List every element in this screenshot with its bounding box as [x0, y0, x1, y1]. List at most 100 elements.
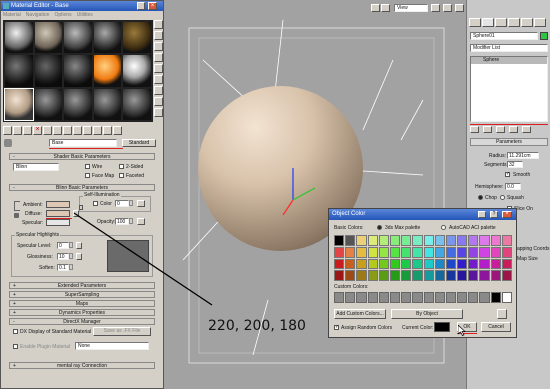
go-forward-button[interactable]	[113, 126, 122, 135]
basic-color-swatch[interactable]	[401, 258, 412, 270]
basic-color-swatch[interactable]	[367, 270, 378, 281]
remove-modifier-button[interactable]	[509, 126, 518, 133]
basic-color-swatch[interactable]	[378, 258, 389, 270]
modifier-list-dropdown[interactable]: Modifier List	[470, 44, 548, 52]
basic-color-swatch[interactable]	[479, 246, 490, 258]
material-type-button[interactable]: Standard	[122, 139, 156, 147]
backlight-button[interactable]	[154, 31, 163, 40]
shader-type-dropdown[interactable]: Blinn	[13, 163, 59, 171]
basic-color-swatch[interactable]	[378, 246, 389, 258]
custom-color-swatch[interactable]	[401, 292, 412, 303]
close-button[interactable]: ×	[148, 2, 157, 10]
basic-color-swatch[interactable]	[389, 246, 401, 258]
specular-color-swatch[interactable]	[46, 219, 70, 226]
self-illum-spinner[interactable]	[129, 200, 133, 206]
basic-color-swatch[interactable]	[479, 258, 490, 270]
specular-level-map-button[interactable]	[76, 242, 82, 249]
parameters-rollout[interactable]: Parameters	[470, 138, 548, 146]
basic-color-swatch[interactable]	[389, 258, 401, 270]
object-name-field[interactable]: Sphere01	[470, 32, 538, 40]
sample-slot[interactable]	[5, 55, 33, 87]
sample-slot[interactable]	[93, 55, 122, 87]
specular-level-spinner[interactable]	[69, 242, 73, 248]
sample-slot-active[interactable]	[4, 87, 34, 122]
basic-color-swatch[interactable]	[501, 270, 512, 281]
basic-color-swatch[interactable]	[412, 270, 423, 281]
background-button[interactable]	[154, 42, 163, 51]
show-map-button[interactable]	[83, 126, 92, 135]
custom-color-swatch[interactable]	[490, 292, 501, 303]
basic-color-swatch[interactable]	[479, 270, 490, 281]
modify-tab[interactable]	[482, 18, 494, 27]
display-tab[interactable]	[521, 18, 533, 27]
basic-color-swatch[interactable]	[445, 246, 457, 258]
basic-color-swatch[interactable]	[423, 246, 434, 258]
squash-radio[interactable]	[500, 195, 505, 200]
sample-slot[interactable]	[34, 22, 63, 54]
basic-color-swatch[interactable]	[490, 270, 501, 281]
diffuse-lock-icon[interactable]	[79, 205, 83, 210]
go-to-parent-button[interactable]	[103, 126, 112, 135]
hierarchy-tab[interactable]	[495, 18, 507, 27]
assign-random-checkbox[interactable]: ✓	[334, 325, 339, 330]
basic-color-swatch[interactable]	[501, 258, 512, 270]
make-unique-button[interactable]	[496, 126, 505, 133]
sample-slot[interactable]	[123, 22, 151, 54]
basic-color-swatch[interactable]	[457, 235, 468, 246]
basic-color-swatch[interactable]	[445, 270, 457, 281]
custom-color-swatch[interactable]	[445, 292, 457, 303]
sample-slot[interactable]	[64, 22, 92, 54]
basic-color-swatch[interactable]	[457, 246, 468, 258]
custom-color-swatch[interactable]	[434, 292, 445, 303]
maps-rollout[interactable]: + Maps	[9, 300, 155, 307]
basic-color-swatch[interactable]	[434, 270, 445, 281]
custom-color-swatch[interactable]	[356, 292, 367, 303]
current-color-swatch[interactable]	[434, 322, 450, 332]
utilities-tab[interactable]	[534, 18, 546, 27]
basic-color-swatch[interactable]	[378, 235, 389, 246]
minimize-button[interactable]	[137, 2, 145, 10]
basic-color-swatch[interactable]	[490, 246, 501, 258]
color-checkbox[interactable]	[93, 201, 98, 206]
modifier-stack[interactable]: Sphere	[470, 56, 548, 122]
basic-color-swatch[interactable]	[389, 270, 401, 281]
plugin-dropdown[interactable]: None	[75, 342, 149, 350]
custom-color-swatch[interactable]	[468, 292, 479, 303]
basic-color-swatch[interactable]	[356, 270, 367, 281]
basic-color-swatch[interactable]	[457, 258, 468, 270]
basic-color-swatch[interactable]	[367, 258, 378, 270]
custom-color-swatch[interactable]	[501, 292, 512, 303]
material-name-field[interactable]: Base	[49, 139, 117, 147]
cancel-button[interactable]: Cancel	[481, 322, 511, 332]
custom-color-swatch[interactable]	[457, 292, 468, 303]
sample-slot[interactable]	[34, 55, 63, 87]
radius-field[interactable]: 11.291cm	[507, 152, 539, 159]
material-navigator-button[interactable]	[154, 108, 163, 117]
make-unique-button[interactable]	[53, 126, 62, 135]
viewport-toolbar-button[interactable]	[371, 4, 380, 12]
basic-color-swatch[interactable]	[501, 246, 512, 258]
diffuse-map-button[interactable]	[73, 210, 79, 217]
extended-params-rollout[interactable]: + Extended Parameters	[9, 282, 155, 289]
basic-color-swatch[interactable]	[490, 235, 501, 246]
by-object-button[interactable]: By Object	[391, 309, 463, 319]
basic-color-swatch[interactable]	[468, 270, 479, 281]
material-id-button[interactable]	[73, 126, 82, 135]
basic-color-swatch[interactable]	[334, 258, 345, 270]
soften-spinner[interactable]	[69, 264, 73, 270]
basic-color-swatch[interactable]	[501, 235, 512, 246]
basic-color-swatch[interactable]	[334, 246, 345, 258]
pin-button[interactable]	[478, 211, 486, 218]
enable-plugin-checkbox[interactable]	[13, 344, 18, 349]
ambient-color-swatch[interactable]	[46, 201, 70, 208]
sample-slot[interactable]	[123, 55, 151, 87]
add-custom-colors-button[interactable]: Add Custom Colors...	[334, 309, 386, 319]
soften-field[interactable]: 0.1	[57, 264, 69, 271]
blinn-basic-rollout[interactable]: - Blinn Basic Parameters	[9, 184, 155, 191]
chop-radio[interactable]	[478, 195, 483, 200]
color-picker-button[interactable]	[497, 309, 507, 319]
custom-color-swatch[interactable]	[479, 292, 490, 303]
basic-color-swatch[interactable]	[490, 258, 501, 270]
options-button[interactable]	[154, 86, 163, 95]
basic-color-swatch[interactable]	[445, 258, 457, 270]
